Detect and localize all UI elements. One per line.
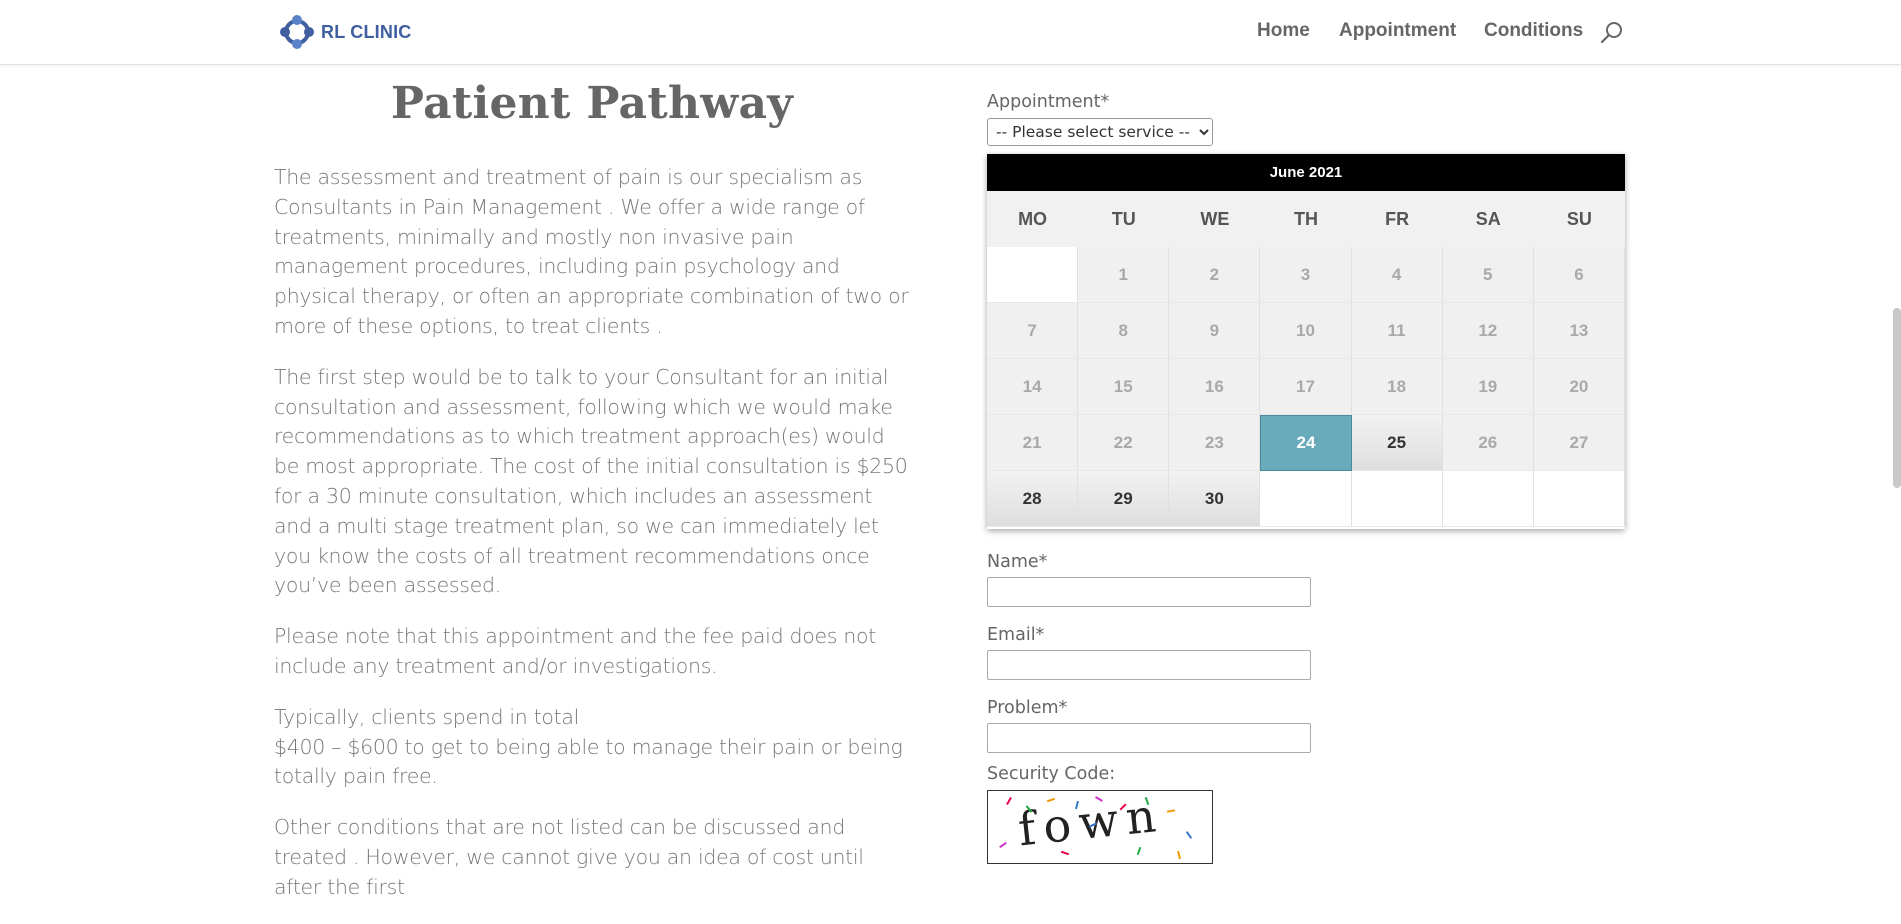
calendar-day-disabled: 6 [1533,247,1625,303]
calendar-day-disabled: 21 [987,415,1079,471]
captcha-image: fown [987,790,1213,864]
calendar-day-disabled: 9 [1169,303,1261,359]
captcha-noise [1136,846,1142,856]
calendar-day-empty [987,247,1079,303]
other-conditions-paragraph: Other conditions that are not listed can… [274,815,864,899]
calendar-day-available[interactable]: 29 [1078,471,1170,527]
calendar-day-grid: 1 2 3 4 5 6 7 8 9 10 11 12 13 14 15 16 17 18 19 20 21 22 23 24 2… [987,247,1625,527]
calendar-day-disabled: 17 [1260,359,1352,415]
calendar-day-empty [1442,471,1534,527]
calendar-day-disabled: 4 [1351,247,1443,303]
main-content: The assessment and treatment of pain is … [274,163,914,924]
calendar-day-disabled: 20 [1533,359,1625,415]
calendar-day-disabled: 8 [1078,303,1170,359]
email-input[interactable] [987,650,1311,680]
page-scrollbar[interactable] [1893,308,1901,488]
weekday-label: MO [1018,209,1048,229]
problem-input[interactable] [987,723,1311,753]
calendar-day-disabled: 23 [1169,415,1261,471]
intro-paragraph: The assessment and treatment of pain is … [274,165,909,338]
calendar-day-disabled: 10 [1260,303,1352,359]
site-logo[interactable]: RL CLINIC [277,12,411,52]
calendar-day-disabled: 2 [1169,247,1261,303]
nav-appointment[interactable]: Appointment [1339,20,1456,42]
calendar-day-disabled: 5 [1442,247,1534,303]
calendar-day-disabled: 13 [1533,303,1625,359]
name-block: Name* [987,552,1311,607]
calendar-day-disabled: 19 [1442,359,1534,415]
appointment-label: Appointment* [987,92,1110,112]
appointment-form: Appointment* -- Please select service --… [987,92,1627,864]
calendar-weekday-row: MO TU WE TH FR SA SU [987,191,1625,247]
name-input[interactable] [987,577,1311,607]
captcha-noise [999,841,1007,849]
nav-home[interactable]: Home [1257,20,1310,42]
search-icon[interactable] [1600,20,1624,44]
date-picker-calendar: June 2021 MO TU WE TH FR SA SU 123456789… [987,154,1625,529]
calendar-day-disabled: 1 [1078,247,1170,303]
page-title: Patient Pathway [390,78,794,129]
weekday-label: FR [1385,209,1410,229]
captcha-text: fown [1015,790,1167,857]
calendar-day-disabled: 26 [1442,415,1534,471]
calendar-day-disabled: 27 [1533,415,1625,471]
weekday-label: TH [1293,209,1318,229]
calendar-day-selected[interactable]: 24 [1260,415,1352,471]
captcha-noise [1006,797,1012,805]
captcha-noise [1166,809,1176,813]
calendar-day-disabled: 12 [1442,303,1534,359]
calendar-day-disabled: 16 [1169,359,1261,415]
calendar-day-empty [1260,471,1352,527]
calendar-day-disabled: 3 [1260,247,1352,303]
captcha-noise [1176,850,1182,860]
service-select[interactable]: -- Please select service -- [987,118,1213,146]
calendar-day-available[interactable]: 25 [1351,415,1443,471]
calendar-day-empty [1533,471,1625,527]
nav-conditions[interactable]: Conditions [1484,20,1583,42]
calendar-day-available[interactable]: 30 [1169,471,1261,527]
first-step-paragraph: The first step would be to talk to your … [274,364,908,598]
calendar-day-empty [1351,471,1443,527]
weekday-label: SA [1475,209,1501,229]
calendar-day-disabled: 18 [1351,359,1443,415]
calendar-day-disabled: 22 [1078,415,1170,471]
calendar-day-disabled: 15 [1078,359,1170,415]
fee-note-paragraph: Please note that this appointment and th… [274,624,877,678]
calendar-day-available[interactable]: 28 [987,471,1079,527]
top-navigation-bar: RL CLINIC Home Appointment Conditions [0,0,1901,64]
weekday-label: SU [1566,209,1592,229]
typical-spend-paragraph: Typically, clients spend in total $400 –… [274,704,903,789]
calendar-day-disabled: 7 [987,303,1079,359]
captcha-noise [1185,831,1193,839]
logo-icon [280,15,314,49]
logo-text: RL CLINIC [321,21,412,42]
problem-block: Problem* [987,698,1311,753]
security-code-block: Security Code: fown [987,764,1213,864]
security-code-label: Security Code: [987,764,1116,784]
email-block: Email* [987,625,1311,680]
calendar-day-disabled: 11 [1351,303,1443,359]
problem-label: Problem* [987,698,1068,718]
weekday-label: WE [1200,209,1230,229]
calendar-month-title: June 2021 [987,154,1625,191]
name-label: Name* [987,552,1048,572]
email-label: Email* [987,625,1045,645]
weekday-label: TU [1111,209,1136,229]
calendar-day-disabled: 14 [987,359,1079,415]
